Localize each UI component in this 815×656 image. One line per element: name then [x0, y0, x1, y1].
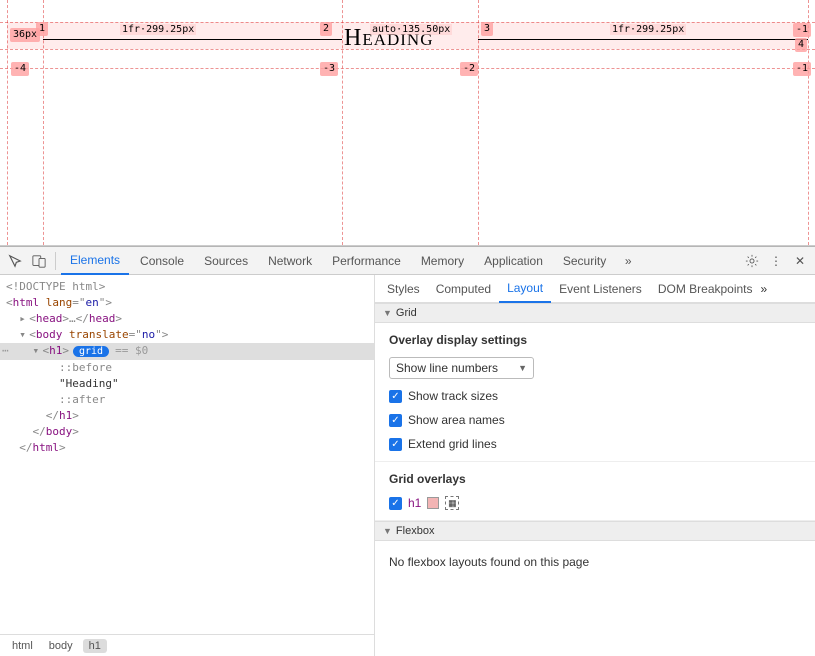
tab-console[interactable]: Console: [131, 247, 193, 275]
tab-performance[interactable]: Performance: [323, 247, 410, 275]
color-swatch[interactable]: [427, 497, 439, 509]
chevron-down-icon: ▼: [383, 308, 392, 318]
close-icon[interactable]: ✕: [789, 250, 811, 272]
device-toggle-icon[interactable]: [28, 250, 50, 272]
grid-line: [342, 0, 343, 245]
track-size: 1fr·299.25px: [120, 24, 196, 35]
col-line-num: 2: [320, 22, 332, 36]
devtools: Elements Console Sources Network Perform…: [0, 246, 815, 656]
tab-event-listeners[interactable]: Event Listeners: [551, 275, 650, 303]
col-line-neg: -2: [460, 62, 478, 76]
crumb-body[interactable]: body: [43, 639, 79, 653]
label-extend-lines: Extend grid lines: [408, 437, 497, 451]
grid-overlays-title: Grid overlays: [389, 472, 801, 486]
flexbox-accordion-header[interactable]: ▼Flexbox: [375, 521, 815, 541]
overlay-settings-section: Overlay display settings Show line numbe…: [375, 323, 815, 462]
tab-styles[interactable]: Styles: [379, 275, 428, 303]
grid-line: [7, 0, 8, 245]
grid-badge[interactable]: grid: [73, 346, 109, 357]
rule-line: [43, 39, 342, 40]
col-line-neg: -3: [320, 62, 338, 76]
grid-line: [43, 0, 44, 245]
track-size: 1fr·299.25px: [610, 24, 686, 35]
rule-line: [478, 39, 808, 40]
checkbox-h1-overlay[interactable]: ✓: [389, 497, 402, 510]
label-area-names: Show area names: [408, 413, 505, 427]
col-line-neg: -4: [11, 62, 29, 76]
col-line-num: 3: [481, 22, 493, 36]
tab-computed[interactable]: Computed: [428, 275, 499, 303]
dom-panel: <!DOCTYPE html> <html lang="en"> ▸<head>…: [0, 275, 375, 656]
dom-html-close[interactable]: </html>: [0, 440, 374, 456]
divider: [55, 252, 56, 270]
checkbox-area-names[interactable]: ✓: [389, 414, 402, 427]
dom-after[interactable]: ::after: [0, 392, 374, 408]
tab-memory[interactable]: Memory: [412, 247, 473, 275]
settings-gear-icon[interactable]: [741, 250, 763, 272]
dom-head[interactable]: ▸<head>…</head>: [0, 311, 374, 327]
tab-dom-breakpoints[interactable]: DOM Breakpoints: [650, 275, 761, 303]
inspect-icon[interactable]: [4, 250, 26, 272]
devtools-toolbar: Elements Console Sources Network Perform…: [0, 247, 815, 275]
more-tabs-icon[interactable]: »: [617, 250, 639, 272]
dom-body-open[interactable]: ▾<body translate="no">: [0, 327, 374, 343]
col-line-num: 1: [36, 22, 48, 36]
eqeq-label: == $0: [115, 344, 148, 357]
grid-line: [0, 68, 815, 69]
tab-application[interactable]: Application: [475, 247, 552, 275]
col-line-neg: -1: [793, 23, 811, 37]
tab-sources[interactable]: Sources: [195, 247, 257, 275]
ellipsis-icon[interactable]: ⋯: [0, 343, 9, 359]
flexbox-empty-msg: No flexbox layouts found on this page: [375, 541, 815, 583]
tab-elements[interactable]: Elements: [61, 247, 129, 275]
dom-tree[interactable]: <!DOCTYPE html> <html lang="en"> ▸<head>…: [0, 275, 374, 634]
side-tabs: Styles Computed Layout Event Listeners D…: [375, 275, 815, 303]
grid-line: [478, 0, 479, 245]
dom-html-open[interactable]: <html lang="en">: [0, 295, 374, 311]
crumb-html[interactable]: html: [6, 639, 39, 653]
reveal-icon[interactable]: ▦: [445, 496, 459, 510]
dom-doctype[interactable]: <!DOCTYPE html>: [0, 279, 374, 295]
kebab-icon[interactable]: ⋮: [765, 250, 787, 272]
dom-text[interactable]: "Heading": [0, 376, 374, 392]
dom-body-close[interactable]: </body>: [0, 424, 374, 440]
crumb-h1[interactable]: h1: [83, 639, 107, 653]
chevron-down-icon: ▼: [518, 363, 527, 373]
label-track-sizes: Show track sizes: [408, 389, 498, 403]
tab-layout[interactable]: Layout: [499, 275, 551, 303]
more-tabs-icon[interactable]: »: [761, 282, 768, 296]
grid-overlays-section: Grid overlays ✓ h1 ▦: [375, 462, 815, 521]
breadcrumb: html body h1: [0, 634, 374, 656]
checkbox-extend-lines[interactable]: ✓: [389, 438, 402, 451]
page-preview: Heading 36px 1 2 3 4 -1 -4 -3 -2 -1 1fr·…: [0, 0, 815, 246]
dom-before[interactable]: ::before: [0, 360, 374, 376]
dom-h1-selected[interactable]: ⋯ ▾<h1>grid== $0: [0, 343, 374, 360]
col-line-num: 4: [795, 38, 807, 52]
tab-security[interactable]: Security: [554, 247, 615, 275]
line-numbers-dropdown[interactable]: Show line numbers▼: [389, 357, 534, 379]
tab-network[interactable]: Network: [259, 247, 321, 275]
grid-line: [0, 22, 815, 23]
overlay-item-h1[interactable]: h1: [408, 496, 421, 510]
grid-accordion-header[interactable]: ▼Grid: [375, 303, 815, 323]
dom-h1-close[interactable]: </h1>: [0, 408, 374, 424]
col-line-neg: -1: [793, 62, 811, 76]
checkbox-track-sizes[interactable]: ✓: [389, 390, 402, 403]
side-panel: Styles Computed Layout Event Listeners D…: [375, 275, 815, 656]
overlay-settings-title: Overlay display settings: [389, 333, 801, 347]
chevron-down-icon: ▼: [383, 526, 392, 536]
track-size: auto·135.50px: [370, 24, 452, 35]
